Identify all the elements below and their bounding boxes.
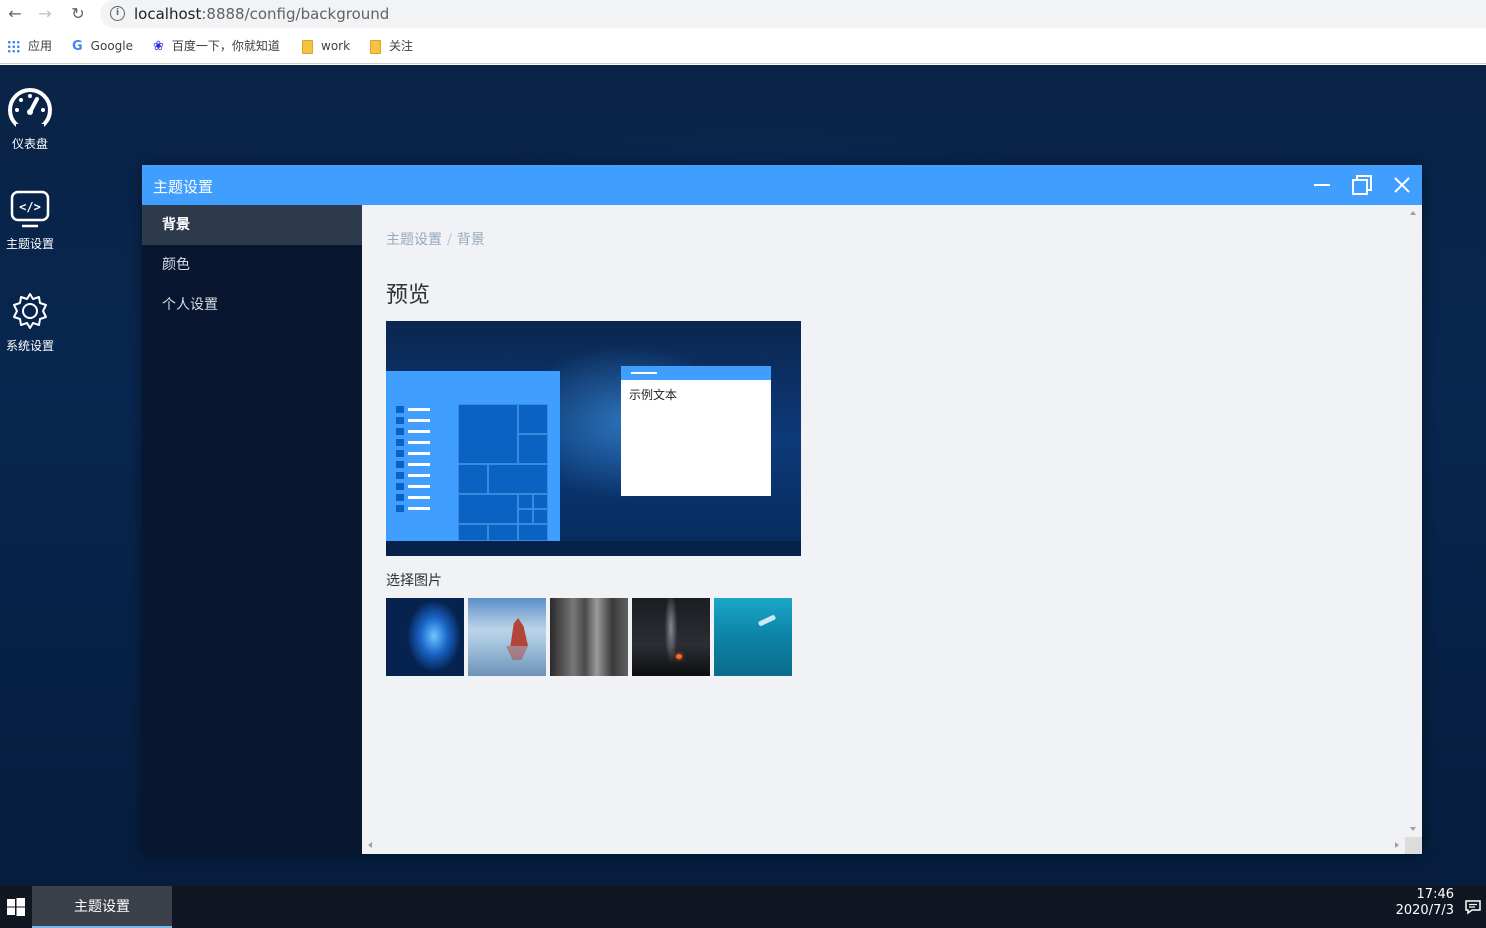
preview-taskbar xyxy=(386,541,801,556)
taskbar: 主题设置 17:46 2020/7/3 xyxy=(0,886,1486,928)
url-text[interactable]: localhost:8888/config/background xyxy=(134,5,389,23)
back-arrow-icon[interactable]: ← xyxy=(4,4,26,24)
close-icon[interactable] xyxy=(1390,173,1414,197)
folder-icon xyxy=(302,39,313,54)
horizontal-scrollbar[interactable] xyxy=(362,837,1405,854)
wallpaper-thumb-grey-rock[interactable] xyxy=(550,598,628,676)
bookmark-google[interactable]: G Google xyxy=(72,38,133,54)
desktop-icon-theme[interactable]: </> 主题设置 xyxy=(0,187,60,252)
sidebar-item-personal[interactable]: 个人设置 xyxy=(142,285,362,325)
preview-tiles xyxy=(458,404,548,541)
notification-icon[interactable] xyxy=(1464,898,1482,916)
breadcrumb-separator: / xyxy=(447,232,452,248)
window-titlebar[interactable]: 主题设置 xyxy=(142,165,1422,205)
desktop: 仪表盘 </> 主题设置 系统设置 主题设置 背景 颜色 个人设置 主题设置 /… xyxy=(0,65,1486,886)
google-icon: G xyxy=(72,38,83,54)
settings-sidebar: 背景 颜色 个人设置 xyxy=(142,205,362,854)
wallpaper-thumb-underwater[interactable] xyxy=(714,598,792,676)
clock-time: 17:46 xyxy=(1416,887,1454,902)
sidebar-item-background[interactable]: 背景 xyxy=(142,205,362,245)
info-icon[interactable]: i xyxy=(110,6,125,21)
window-title: 主题设置 xyxy=(153,178,214,196)
baidu-paw-icon: ❀ xyxy=(153,38,164,54)
desktop-icon-dashboard[interactable]: 仪表盘 xyxy=(0,87,60,152)
wallpaper-thumb-windows-blue[interactable] xyxy=(386,598,464,676)
address-bar[interactable]: i localhost:8888/config/background xyxy=(100,0,1486,28)
scrollbar-corner xyxy=(1405,837,1422,854)
wallpaper-thumb-red-rock[interactable] xyxy=(468,598,546,676)
bookmark-follow[interactable]: 关注 xyxy=(370,38,413,54)
bookmark-baidu[interactable]: ❀ 百度一下，你就知道 xyxy=(153,38,280,54)
settings-content: 主题设置 / 背景 预览 示例文本 选择图片 xyxy=(362,205,1422,854)
clock-date: 2020/7/3 xyxy=(1395,903,1454,918)
theme-settings-window: 主题设置 背景 颜色 个人设置 主题设置 / 背景 预览 示例文本 选择图片 xyxy=(142,165,1422,854)
taskbar-item-theme-settings[interactable]: 主题设置 xyxy=(32,886,172,928)
forward-arrow-icon[interactable]: → xyxy=(34,4,56,24)
breadcrumb: 主题设置 / 背景 xyxy=(386,229,485,249)
bookmark-work[interactable]: work xyxy=(302,38,350,54)
wallpaper-preview: 示例文本 xyxy=(386,321,801,556)
preview-sample-window: 示例文本 xyxy=(621,366,771,496)
page-title: 预览 xyxy=(386,283,431,308)
maximize-icon[interactable] xyxy=(1350,173,1374,197)
system-clock[interactable]: 17:46 2020/7/3 xyxy=(1396,887,1454,919)
bookmarks-bar: 应用 G Google ❀ 百度一下，你就知道 work 关注 xyxy=(0,28,1486,64)
minimize-icon[interactable] xyxy=(1310,173,1334,197)
apps-grid-icon xyxy=(7,40,20,53)
windows-start-icon[interactable] xyxy=(0,886,32,928)
reload-icon[interactable]: ↻ xyxy=(67,4,89,24)
breadcrumb-current: 背景 xyxy=(456,232,485,248)
preview-sample-text: 示例文本 xyxy=(629,388,678,402)
bookmark-apps[interactable]: 应用 xyxy=(7,38,52,54)
breadcrumb-root[interactable]: 主题设置 xyxy=(386,232,442,248)
preview-start-menu xyxy=(386,371,560,541)
svg-text:</>: </> xyxy=(19,200,41,214)
code-icon: </> xyxy=(6,187,54,231)
desktop-icon-system[interactable]: 系统设置 xyxy=(0,289,60,354)
sidebar-item-color[interactable]: 颜色 xyxy=(142,245,362,285)
wallpaper-thumb-milky-way[interactable] xyxy=(632,598,710,676)
dashboard-icon xyxy=(6,87,54,131)
folder-icon xyxy=(370,39,381,54)
browser-toolbar: ← → ↻ i localhost:8888/config/background xyxy=(0,0,1486,28)
gear-icon xyxy=(6,289,54,333)
choose-image-label: 选择图片 xyxy=(386,573,442,589)
vertical-scrollbar[interactable] xyxy=(1405,205,1422,837)
